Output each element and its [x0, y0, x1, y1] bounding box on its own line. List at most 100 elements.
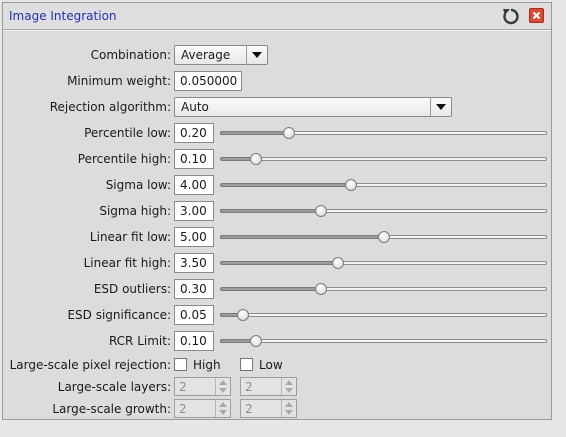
large-scale-growth-low-value: 2 — [245, 402, 253, 416]
low-checkbox-label: Low — [259, 358, 283, 372]
slider-fill — [220, 287, 322, 291]
slider[interactable] — [220, 257, 547, 269]
combination-value: Average — [181, 48, 231, 62]
large-scale-rejection-row: Large-scale pixel rejection: High Low — [3, 355, 551, 377]
slider-value-input[interactable]: 0.30 — [174, 279, 214, 299]
combination-select[interactable]: Average — [174, 45, 268, 65]
slider-fill — [220, 209, 322, 213]
minimum-weight-label: Minimum weight: — [67, 74, 171, 88]
slider-label: Sigma low: — [105, 178, 171, 192]
slider-row: Percentile low: 0.20 — [3, 123, 551, 145]
slider-label: ESD outliers: — [93, 282, 171, 296]
slider-handle[interactable] — [344, 179, 357, 191]
rejection-algorithm-row: Rejection algorithm: Auto — [3, 97, 551, 119]
slider-label: Linear fit low: — [89, 230, 171, 244]
slider-track[interactable] — [220, 157, 547, 161]
slider-row: ESD significance: 0.05 — [3, 305, 551, 327]
spin-down-icon[interactable] — [219, 410, 227, 415]
large-scale-layers-row: Large-scale layers: 2 2 — [3, 377, 551, 399]
slider-row: ESD outliers: 0.30 — [3, 279, 551, 301]
panel-title: Image Integration — [9, 9, 117, 23]
large-scale-layers-high-spinbox[interactable]: 2 — [174, 377, 231, 396]
spin-up-icon[interactable] — [285, 380, 293, 385]
slider-fill — [220, 261, 338, 265]
slider-label: Linear fit high: — [83, 256, 171, 270]
spin-buttons[interactable] — [281, 400, 296, 417]
combination-label: Combination: — [90, 48, 171, 62]
slider-handle[interactable] — [315, 283, 328, 295]
large-scale-growth-high-value: 2 — [179, 402, 187, 416]
panel-titlebar: Image Integration — [3, 3, 551, 30]
spin-buttons[interactable] — [215, 400, 230, 417]
large-scale-layers-low-value: 2 — [245, 380, 253, 394]
rejection-algorithm-value: Auto — [181, 100, 209, 114]
slider[interactable] — [220, 335, 547, 347]
slider[interactable] — [220, 127, 547, 139]
slider-fill — [220, 183, 351, 187]
slider-value-input[interactable]: 0.20 — [174, 123, 214, 143]
slider-value-input[interactable]: 0.10 — [174, 331, 214, 351]
close-icon[interactable] — [529, 8, 544, 23]
slider-handle[interactable] — [377, 231, 390, 243]
slider-fill — [220, 235, 384, 239]
slider-value-input[interactable]: 4.00 — [174, 175, 214, 195]
large-scale-growth-label: Large-scale growth: — [52, 402, 171, 416]
slider-handle[interactable] — [282, 127, 295, 139]
large-scale-rejection-label: Large-scale pixel rejection: — [9, 358, 171, 372]
slider-row: RCR Limit: 0.10 — [3, 331, 551, 353]
image-integration-panel: Image Integration Combination: Average M… — [2, 2, 552, 420]
high-checkbox-label: High — [193, 358, 221, 372]
minimum-weight-row: Minimum weight: 0.050000 — [3, 71, 551, 93]
panel-content: Combination: Average Minimum weight: 0.0… — [3, 30, 551, 419]
slider-label: Percentile high: — [77, 152, 171, 166]
slider-value-input[interactable]: 5.00 — [174, 227, 214, 247]
large-scale-layers-high-value: 2 — [179, 380, 187, 394]
slider-handle[interactable] — [236, 309, 249, 321]
slider-handle[interactable] — [249, 153, 262, 165]
slider[interactable] — [220, 205, 547, 217]
large-scale-layers-low-spinbox[interactable]: 2 — [240, 377, 297, 396]
spin-down-icon[interactable] — [285, 410, 293, 415]
large-scale-layers-label: Large-scale layers: — [57, 380, 171, 394]
low-checkbox[interactable] — [240, 358, 253, 371]
slider-row: Sigma high: 3.00 — [3, 201, 551, 223]
large-scale-growth-high-spinbox[interactable]: 2 — [174, 399, 231, 418]
chevron-down-icon — [430, 98, 451, 116]
slider[interactable] — [220, 283, 547, 295]
slider-handle[interactable] — [315, 205, 328, 217]
spin-up-icon[interactable] — [219, 402, 227, 407]
spin-up-icon[interactable] — [219, 380, 227, 385]
high-checkbox[interactable] — [174, 358, 187, 371]
slider-track[interactable] — [220, 339, 547, 343]
spin-buttons[interactable] — [281, 378, 296, 395]
chevron-down-icon — [246, 46, 267, 64]
slider-label: Sigma high: — [99, 204, 171, 218]
slider[interactable] — [220, 231, 547, 243]
spin-up-icon[interactable] — [285, 402, 293, 407]
slider[interactable] — [220, 153, 547, 165]
slider-handle[interactable] — [249, 335, 262, 347]
rejection-algorithm-label: Rejection algorithm: — [49, 100, 171, 114]
slider-track[interactable] — [220, 313, 547, 317]
slider-value-input[interactable]: 3.50 — [174, 253, 214, 273]
spin-down-icon[interactable] — [219, 388, 227, 393]
slider[interactable] — [220, 309, 547, 321]
rejection-algorithm-select[interactable]: Auto — [174, 97, 452, 117]
slider-fill — [220, 131, 289, 135]
slider-value-input[interactable]: 3.00 — [174, 201, 214, 221]
spin-buttons[interactable] — [215, 378, 230, 395]
slider-row: Linear fit low: 5.00 — [3, 227, 551, 249]
slider-row: Percentile high: 0.10 — [3, 149, 551, 171]
slider-value-input[interactable]: 0.05 — [174, 305, 214, 325]
slider-label: ESD significance: — [67, 308, 171, 322]
large-scale-growth-row: Large-scale growth: 2 2 — [3, 399, 551, 421]
slider[interactable] — [220, 179, 547, 191]
minimum-weight-input[interactable]: 0.050000 — [174, 71, 242, 91]
slider-value-input[interactable]: 0.10 — [174, 149, 214, 169]
spin-down-icon[interactable] — [285, 388, 293, 393]
reset-icon[interactable] — [501, 7, 521, 25]
slider-label: Percentile low: — [84, 126, 171, 140]
large-scale-growth-low-spinbox[interactable]: 2 — [240, 399, 297, 418]
combination-row: Combination: Average — [3, 45, 551, 67]
slider-handle[interactable] — [331, 257, 344, 269]
